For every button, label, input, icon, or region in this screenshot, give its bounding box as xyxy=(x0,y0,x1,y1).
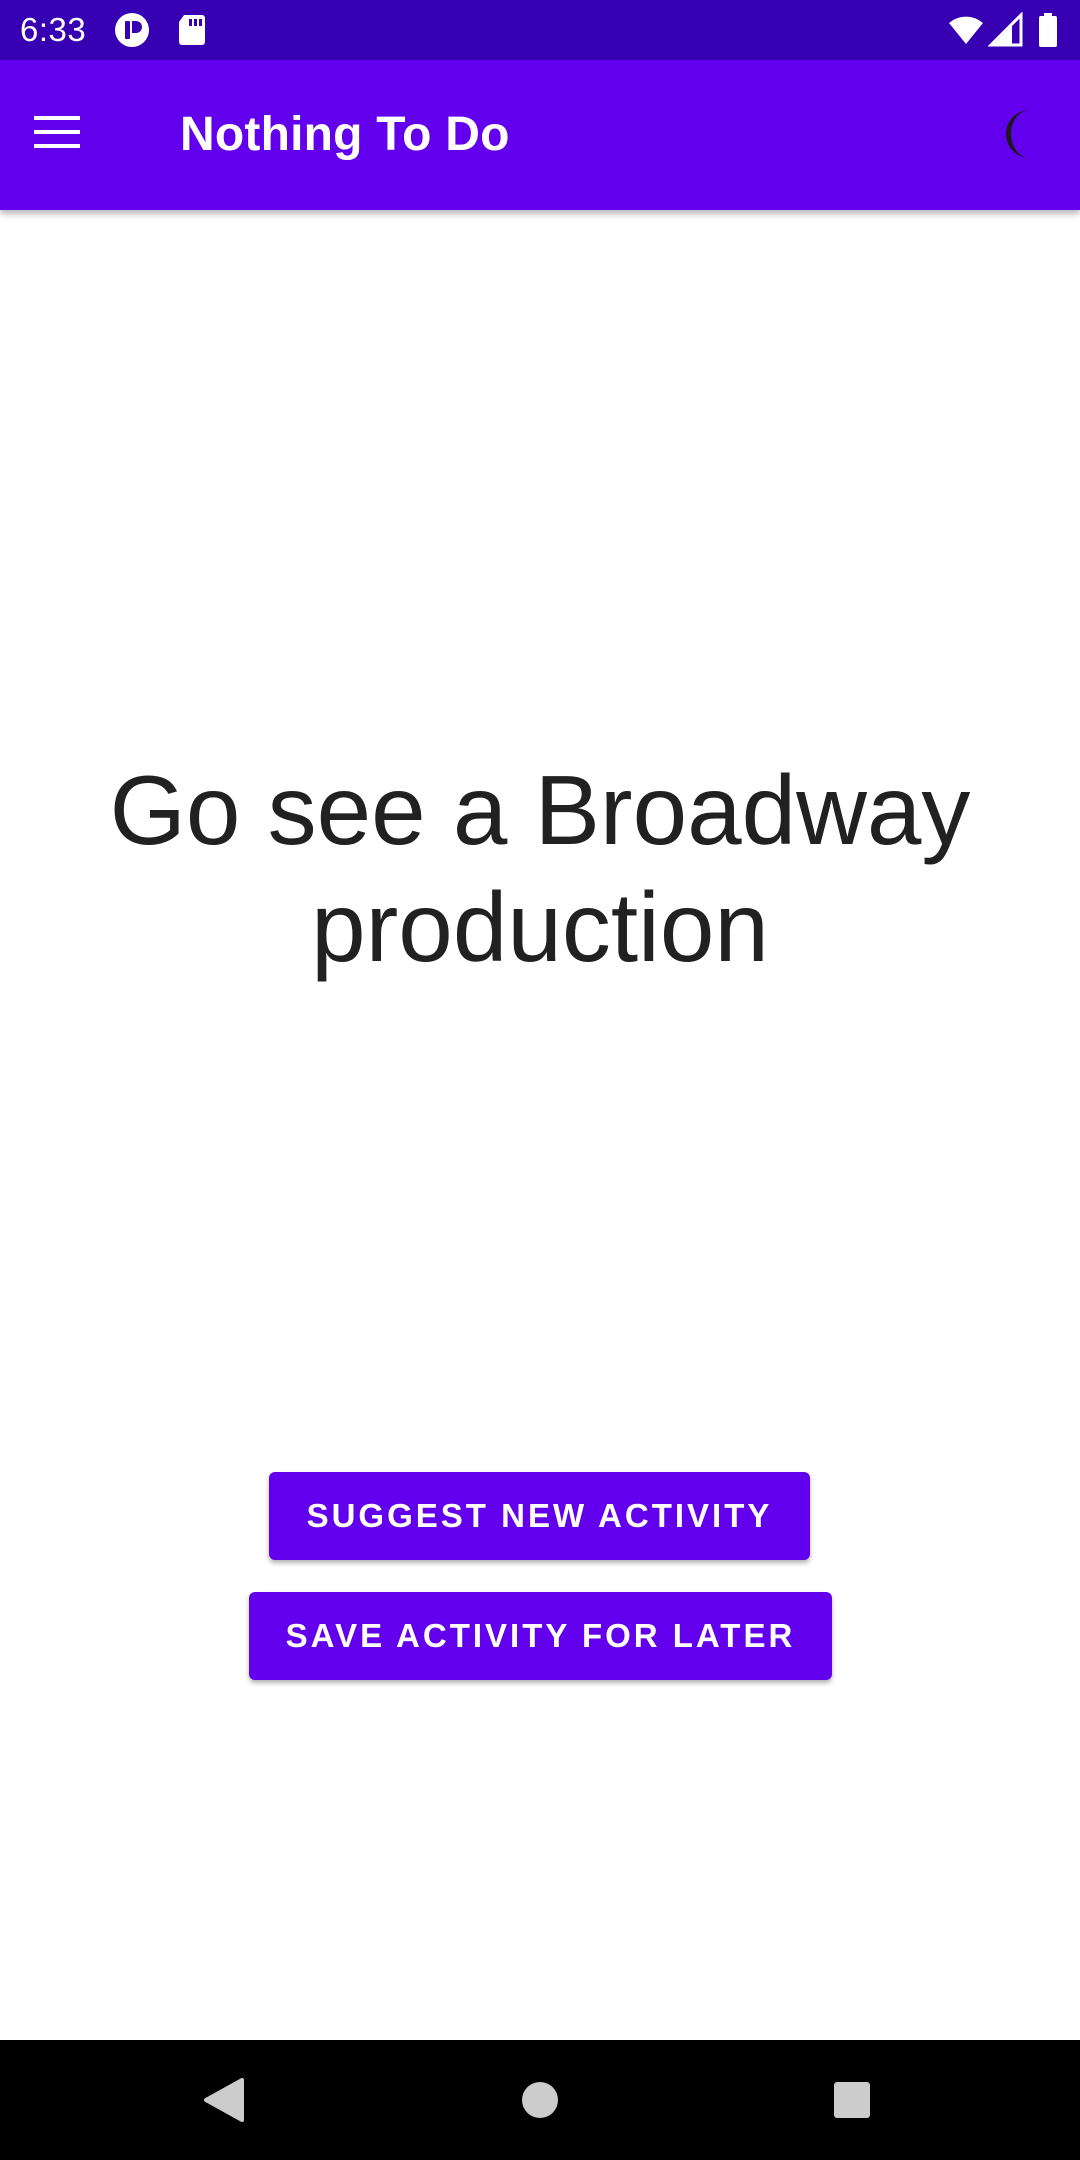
notification-icon xyxy=(114,12,150,48)
home-button[interactable] xyxy=(510,2070,570,2130)
battery-icon xyxy=(1030,12,1066,48)
app-title: Nothing To Do xyxy=(180,108,510,161)
recents-icon xyxy=(822,2082,882,2134)
wifi-icon xyxy=(948,12,984,48)
activity-text: Go see a Broadway production xyxy=(109,755,971,982)
app-screen: 6:33 Nothing To Do Go see a Broadway pro… xyxy=(0,0,1080,2160)
app-bar: Nothing To Do xyxy=(0,60,1080,210)
back-icon xyxy=(196,2078,256,2134)
suggest-new-activity-button[interactable]: SUGGEST NEW ACTIVITY xyxy=(269,1472,810,1560)
theme-toggle-button[interactable] xyxy=(990,104,1050,164)
home-icon xyxy=(510,2082,570,2134)
recents-button[interactable] xyxy=(822,2070,882,2130)
dark-mode-moon-icon xyxy=(990,110,1050,168)
status-time: 6:33 xyxy=(20,11,87,48)
back-button[interactable] xyxy=(196,2070,256,2130)
navigation-bar xyxy=(0,2040,1080,2160)
save-activity-for-later-button[interactable]: SAVE ACTIVITY FOR LATER xyxy=(249,1592,832,1680)
status-bar: 6:33 xyxy=(0,0,1080,60)
hamburger-menu-icon xyxy=(34,114,82,155)
cell-signal-icon xyxy=(987,11,1024,48)
sd-card-icon xyxy=(174,12,210,48)
menu-button[interactable] xyxy=(34,104,104,164)
